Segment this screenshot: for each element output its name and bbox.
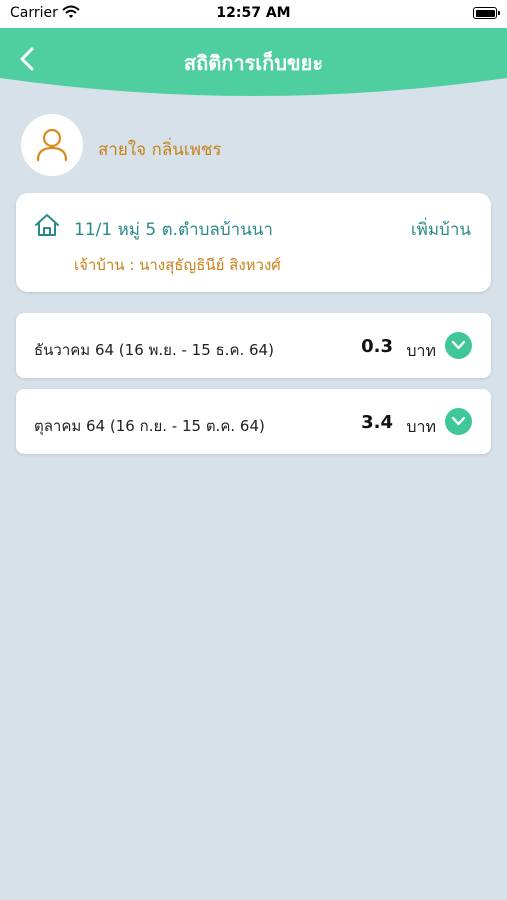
expand-button[interactable] [445, 408, 472, 435]
page-title: สถิติการเก็บขยะ [183, 51, 324, 75]
month-row-december[interactable]: ธันวาคม 64 (16 พ.ย. - 15 ธ.ค. 64) 0.3 บา… [16, 313, 491, 378]
clock: 12:57 AM [216, 5, 291, 21]
status-bar: Carrier 12:57 AM [0, 0, 507, 28]
avatar [21, 114, 83, 176]
house-card: 11/1 หมู่ 5 ต.ตำบลบ้านนา เพิ่มบ้าน เจ้าบ… [16, 193, 491, 292]
app-header: สถิติการเก็บขยะ [0, 28, 507, 96]
user-icon [36, 128, 68, 161]
month-row-october[interactable]: ตุลาคม 64 (16 ก.ย. - 15 ต.ค. 64) 3.4 บาท [16, 389, 491, 454]
amount-value: 3.4 [361, 412, 393, 433]
chevron-down-icon [451, 416, 466, 426]
month-label: ธันวาคม 64 (16 พ.ย. - 15 ธ.ค. 64) [34, 341, 274, 359]
expand-button[interactable] [445, 332, 472, 359]
month-label: ตุลาคม 64 (16 ก.ย. - 15 ต.ค. 64) [34, 417, 265, 435]
add-house-button[interactable]: เพิ่มบ้าน [411, 216, 471, 243]
amount-unit: บาท [406, 341, 436, 360]
battery-icon [473, 7, 500, 19]
home-icon [34, 213, 60, 241]
amount-unit: บาท [406, 417, 436, 436]
amount-value: 0.3 [361, 336, 393, 357]
house-address: 11/1 หมู่ 5 ต.ตำบลบ้านนา [74, 220, 273, 240]
user-name: สายใจ กลิ่นเพชร [98, 140, 222, 160]
house-owner: เจ้าบ้าน : นางสุธัญธินีย์ สิงหวงศ์ [74, 256, 281, 274]
chevron-down-icon [451, 340, 466, 350]
